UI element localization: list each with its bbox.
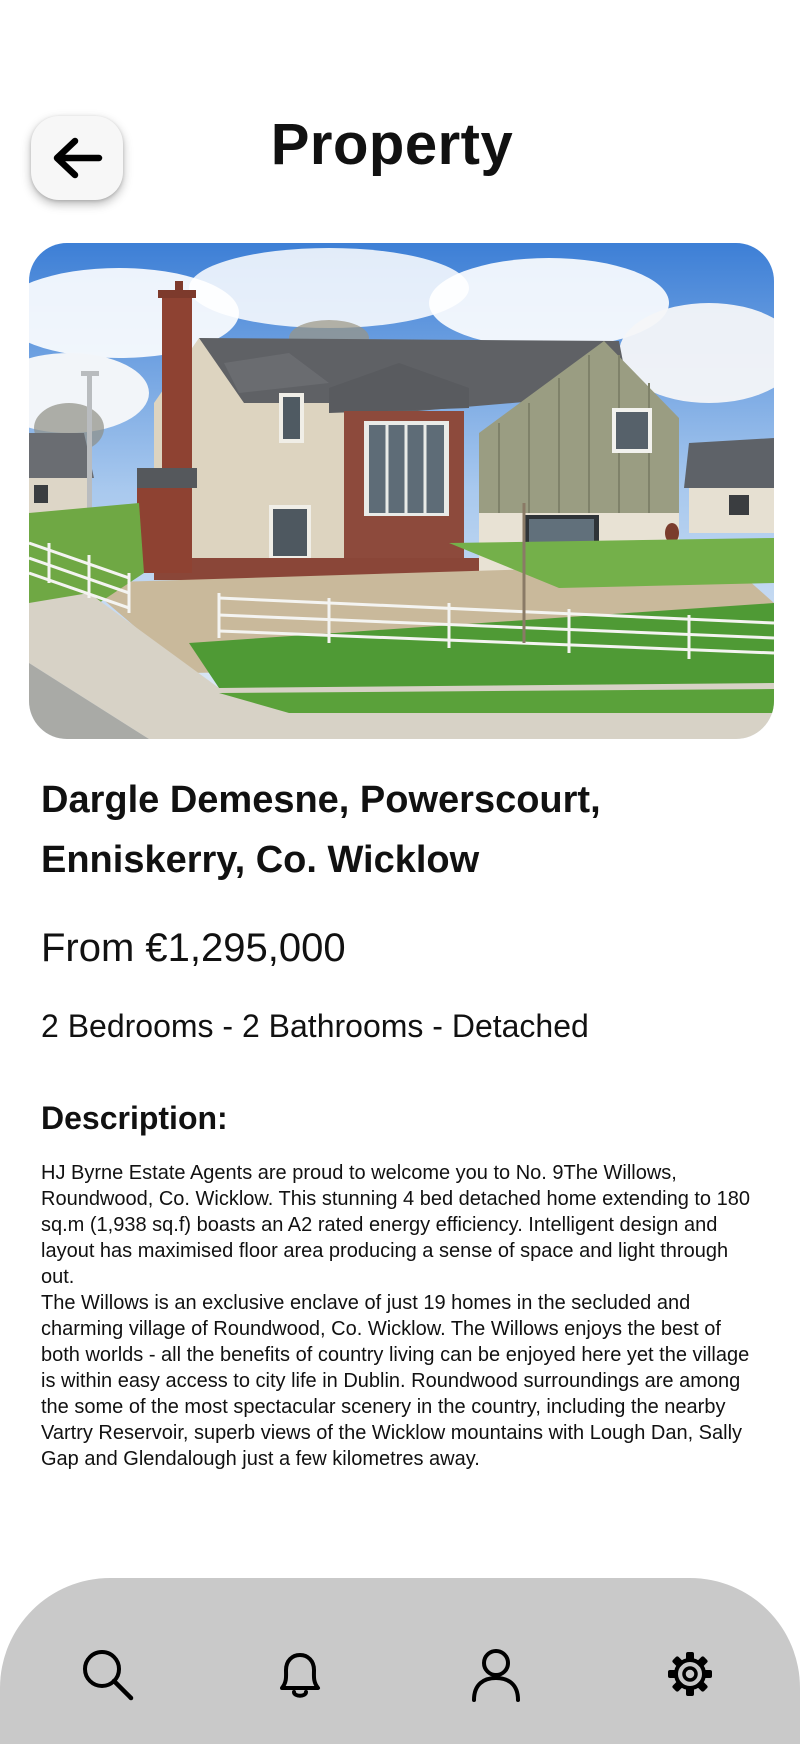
search-icon <box>83 1650 134 1701</box>
page-title: Property <box>270 112 514 177</box>
user-icon <box>472 1649 520 1702</box>
property-photo <box>29 243 774 739</box>
description-heading: Description: <box>41 1100 228 1136</box>
description-paragraph: The Willows is an exclusive enclave of j… <box>41 1292 750 1470</box>
description-paragraph: HJ Byrne Estate Agents are proud to welc… <box>41 1162 750 1288</box>
nav-profile-button[interactable] <box>464 1642 528 1706</box>
nav-settings-button[interactable] <box>658 1642 722 1706</box>
description-body: HJ Byrne Estate Agents are proud to welc… <box>41 1160 757 1472</box>
nav-notifications-button[interactable] <box>268 1642 332 1706</box>
bell-icon <box>280 1653 320 1698</box>
nav-search-button[interactable] <box>75 1642 139 1706</box>
bottom-navigation <box>0 1578 800 1744</box>
property-specs: 2 Bedrooms - 2 Bathrooms - Detached <box>41 1008 589 1044</box>
property-price: From €1,295,000 <box>41 926 346 970</box>
property-address: Dargle Demesne, Powerscourt, Enniskerry,… <box>41 779 601 881</box>
gear-icon <box>668 1652 712 1696</box>
